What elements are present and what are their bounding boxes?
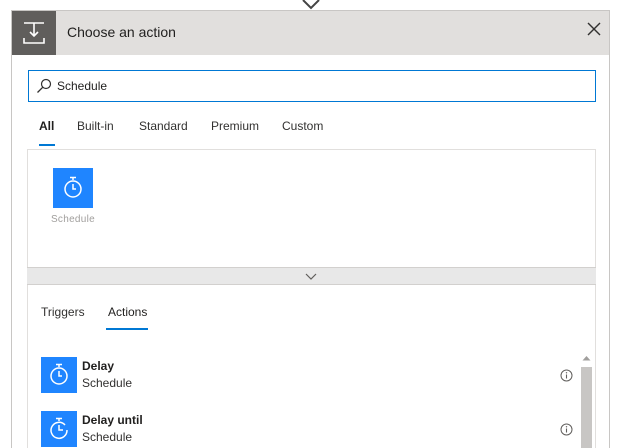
action-connector-name: Schedule: [82, 376, 133, 390]
info-icon[interactable]: [560, 423, 573, 436]
flow-arrow-icon: [302, 0, 320, 10]
action-title: Delay until: [82, 413, 143, 427]
actions-panel: Triggers Actions Delay Schedule Delay un…: [27, 285, 596, 448]
close-icon[interactable]: [584, 19, 604, 39]
tab-triggers[interactable]: Triggers: [41, 305, 85, 319]
active-tab-indicator: [39, 144, 55, 146]
action-item-delay[interactable]: Delay Schedule: [28, 357, 583, 407]
connector-label: Schedule: [50, 214, 96, 225]
dialog-header: Choose an action: [12, 11, 609, 55]
chevron-down-icon: [305, 273, 317, 280]
scrollbar-thumb[interactable]: [581, 367, 592, 448]
stopwatch-until-icon: [41, 411, 77, 447]
tab-actions[interactable]: Actions: [108, 305, 147, 319]
dialog-title: Choose an action: [67, 24, 176, 40]
action-step-icon: [12, 11, 56, 55]
scroll-up-icon[interactable]: [582, 355, 591, 361]
active-subtab-indicator: [106, 328, 148, 330]
stopwatch-icon: [53, 168, 93, 208]
info-icon[interactable]: [560, 369, 573, 382]
connector-list: Schedule: [27, 149, 596, 267]
action-title: Delay: [82, 359, 115, 373]
tab-premium[interactable]: Premium: [211, 119, 259, 133]
action-connector-name: Schedule: [82, 430, 133, 444]
action-item-delay-until[interactable]: Delay until Schedule: [28, 411, 583, 448]
search-icon: [37, 78, 52, 93]
search-input[interactable]: [57, 76, 587, 96]
expand-connectors-bar[interactable]: [27, 267, 596, 285]
stopwatch-icon: [41, 357, 77, 393]
tab-all[interactable]: All: [39, 119, 54, 133]
tab-built-in[interactable]: Built-in: [77, 119, 114, 133]
tab-custom[interactable]: Custom: [282, 119, 323, 133]
search-box[interactable]: [28, 70, 596, 102]
connector-schedule[interactable]: Schedule: [48, 168, 98, 225]
choose-action-dialog: Choose an action All Built-in Standard P…: [11, 10, 610, 448]
tab-standard[interactable]: Standard: [139, 119, 188, 133]
actions-scrollbar[interactable]: [580, 351, 593, 448]
